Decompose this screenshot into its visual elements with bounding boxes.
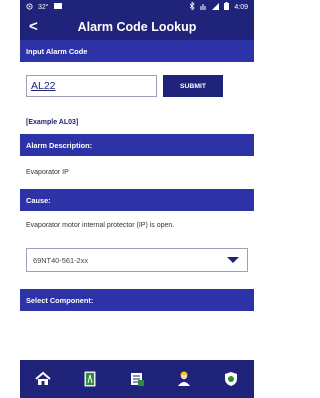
alarm-description-value: Evaporator IP xyxy=(26,169,69,176)
alarm-code-row: SUBMIT xyxy=(20,62,254,110)
clock-time: 4:09 xyxy=(234,3,248,11)
alarm-code-input[interactable] xyxy=(26,75,157,97)
alarm-description-header: Alarm Description: xyxy=(20,134,254,156)
bottom-navigation xyxy=(20,360,254,398)
model-select-row: 69NT40-561-2xx xyxy=(20,239,254,281)
page-title: Alarm Code Lookup xyxy=(77,20,197,34)
home-icon[interactable] xyxy=(32,368,54,390)
model-dropdown[interactable]: 69NT40-561-2xx xyxy=(26,248,248,272)
bluetooth-icon xyxy=(190,1,195,12)
shield-icon[interactable] xyxy=(220,368,242,390)
chevron-down-icon xyxy=(227,257,239,263)
battery-icon xyxy=(224,2,230,12)
submit-button[interactable]: SUBMIT xyxy=(163,75,223,97)
technician-icon[interactable] xyxy=(173,368,195,390)
status-bar: 32° 4:09 xyxy=(20,0,254,14)
network-icon xyxy=(200,3,207,12)
input-alarm-code-header: Input Alarm Code xyxy=(20,40,254,62)
select-component-header: Select Component: xyxy=(20,289,254,311)
example-hint: [Example AL03] xyxy=(26,118,79,126)
back-button[interactable]: < xyxy=(29,14,38,40)
manual-icon[interactable] xyxy=(79,368,101,390)
cause-header: Cause: xyxy=(20,189,254,211)
checklist-icon[interactable] xyxy=(126,368,148,390)
signal-icon xyxy=(212,2,220,12)
wifi-icon xyxy=(26,2,33,12)
model-dropdown-value: 69NT40-561-2xx xyxy=(33,255,89,265)
app-screen: 32° 4:09 < Alarm Code Lookup Input Alarm… xyxy=(20,0,254,398)
app-bar: < Alarm Code Lookup xyxy=(20,14,254,40)
image-icon xyxy=(53,3,62,11)
cause-value: Evaporator motor internal protector (IP)… xyxy=(26,221,175,229)
temperature: 32° xyxy=(38,3,49,11)
